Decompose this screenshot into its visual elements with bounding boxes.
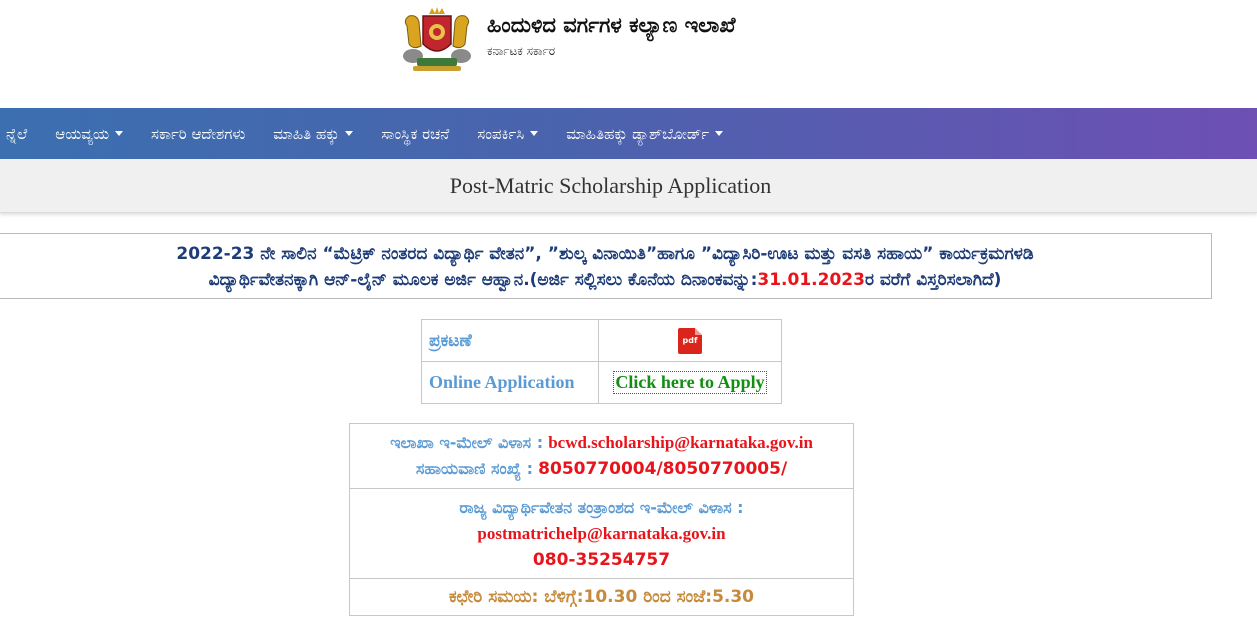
helpline-line: ಸಹಾಯವಾಣಿ ಸಂಖ್ಯೆ : 8050770004/8050770005/ [350, 456, 853, 482]
main-navbar: ನ್ನೆಲೆ ಆಯವ್ಯಯ ಸರ್ಕಾರಿ ಆದೇಶಗಳು ಮಾಹಿತಿ ಹಕ್… [0, 108, 1257, 159]
dept-email-label: ಇಲಾಖಾ ಇ-ಮೇಲ್ ವಿಳಾಸ : [390, 433, 544, 452]
site-header: ಹಿಂದುಳಿದ ವರ್ಗಗಳ ಕಲ್ಯಾಣ ಇಲಾಖೆ ಕರ್ನಾಟಕ ಸರ್… [0, 0, 1257, 108]
deadline-date: 31.01.2023 [757, 270, 865, 290]
nav-list: ನ್ನೆಲೆ ಆಯವ್ಯಯ ಸರ್ಕಾರಿ ಆದೇಶಗಳು ಮಾಹಿತಿ ಹಕ್… [0, 108, 737, 159]
table-row: Online Application Click here to Apply [421, 361, 782, 404]
state-email-label: ರಾಜ್ಯ ವಿದ್ಯಾರ್ಥಿವೇತನ ತಂತ್ರಾಂಶದ ಇ-ಮೇಲ್ ವಿ… [459, 497, 744, 517]
pdf-icon[interactable]: pdf [678, 327, 702, 354]
table-row: ಪ್ರಕಟಣೆ pdf [421, 319, 782, 362]
table-row: ರಾಜ್ಯ ವಿದ್ಯಾರ್ಥಿವೇತನ ತಂತ್ರಾಂಶದ ಇ-ಮೇಲ್ ವಿ… [349, 488, 854, 579]
caret-down-icon [345, 131, 354, 136]
application-table: ಪ್ರಕಟಣೆ pdf Online Application Click her… [421, 319, 782, 404]
nav-item-budget[interactable]: ಆಯವ್ಯಯ [41, 108, 137, 159]
karnataka-emblem-icon [403, 7, 471, 71]
nav-item-label: ಮಾಹಿತಿ ಹಕ್ಕು [273, 124, 340, 143]
state-phone: 080-35254757 [532, 549, 671, 570]
caret-down-icon [715, 131, 724, 136]
department-contact-cell: ಇಲಾಖಾ ಇ-ಮೇಲ್ ವಿಳಾಸ : bcwd.scholarship@ka… [349, 423, 854, 489]
announcement-cell: pdf [598, 319, 782, 362]
table-row: ಇಲಾಖಾ ಇ-ಮೇಲ್ ವಿಳಾಸ : bcwd.scholarship@ka… [349, 423, 854, 489]
helpline-label: ಸಹಾಯವಾಣಿ ಸಂಖ್ಯೆ : [415, 459, 534, 478]
table-row: ಕಛೇರಿ ಸಮಯ: ಬೆಳಿಗ್ಗೆ:10.30 ರಿಂದ ಸಂಜೆ:5.30 [349, 578, 854, 616]
nav-item-contact[interactable]: ಸಂಪರ್ಕಿಸಿ [463, 108, 552, 159]
scholarship-notice: 2022-23 ನೇ ಸಾಲಿನ “ಮೆಟ್ರಿಕ್ ನಂತರದ ವಿದ್ಯಾರ… [0, 233, 1212, 299]
government-subtitle: ಕರ್ನಾಟಕ ಸರ್ಕಾರ [487, 44, 556, 58]
helpline-number: 8050770004/8050770005/ [538, 459, 788, 479]
notice-text: ವಿದ್ಯಾರ್ಥಿವೇತನಕ್ಕಾಗಿ ಆನ್-ಲೈನ್ ಮೂಲಕ ಅರ್ಜಿ… [208, 270, 758, 290]
notice-text: ರ ವರೆಗೆ ವಿಸ್ತರಿಸಲಾಗಿದೆ) [864, 270, 1002, 290]
office-hours: ಕಛೇರಿ ಸಮಯ: ಬೆಳಿಗ್ಗೆ:10.30 ರಿಂದ ಸಂಜೆ:5.30 [349, 578, 854, 616]
nav-item-label: ಸರ್ಕಾರಿ ಆದೇಶಗಳು [151, 124, 246, 143]
nav-item-label: ಆಯವ್ಯಯ [55, 124, 110, 143]
notice-line-2: ವಿದ್ಯಾರ್ಥಿವೇತನಕ್ಕಾಗಿ ಆನ್-ಲೈನ್ ಮೂಲಕ ಅರ್ಜಿ… [0, 267, 1211, 293]
nav-item-home[interactable]: ನ್ನೆಲೆ [0, 108, 41, 159]
announcement-label: ಪ್ರಕಟಣೆ [421, 319, 599, 362]
notice-line-1: 2022-23 ನೇ ಸಾಲಿನ “ಮೆಟ್ರಿಕ್ ನಂತರದ ವಿದ್ಯಾರ… [176, 244, 1034, 264]
state-contact-cell: ರಾಜ್ಯ ವಿದ್ಯಾರ್ಥಿವೇತನ ತಂತ್ರಾಂಶದ ಇ-ಮೇಲ್ ವಿ… [349, 488, 854, 579]
apply-cell: Click here to Apply [598, 361, 782, 404]
nav-item-rti-dashboard[interactable]: ಮಾಹಿತಿಹಕ್ಕು ಡ್ಯಾಶ್‌ಬೋರ್ಡ್ [552, 108, 737, 159]
dept-email-line: ಇಲಾಖಾ ಇ-ಮೇಲ್ ವಿಳಾಸ : bcwd.scholarship@ka… [350, 430, 853, 456]
dept-email: bcwd.scholarship@karnataka.gov.in [548, 433, 813, 452]
caret-down-icon [530, 131, 539, 136]
online-application-label: Online Application [421, 361, 599, 404]
contact-table: ಇಲಾಖಾ ಇ-ಮೇಲ್ ವಿಳಾಸ : bcwd.scholarship@ka… [349, 423, 854, 616]
nav-item-label: ಸಾಂಸ್ಥಿಕ ರಚನೆ [381, 124, 450, 143]
state-email: postmatrichelp@karnataka.gov.in [477, 523, 726, 543]
nav-item-label: ನ್ನೆಲೆ [6, 124, 28, 143]
nav-item-organization[interactable]: ಸಾಂಸ್ಥಿಕ ರಚನೆ [367, 108, 463, 159]
nav-item-label: ಮಾಹಿತಿಹಕ್ಕು ಡ್ಯಾಶ್‌ಬೋರ್ಡ್ [566, 124, 710, 143]
nav-item-government-orders[interactable]: ಸರ್ಕಾರಿ ಆದೇಶಗಳು [137, 108, 259, 159]
nav-item-label: ಸಂಪರ್ಕಿಸಿ [477, 124, 525, 143]
page-title-band: Post-Matric Scholarship Application [0, 159, 1257, 213]
page-title: Post-Matric Scholarship Application [449, 173, 772, 198]
apply-link[interactable]: Click here to Apply [613, 371, 767, 394]
department-title: ಹಿಂದುಳಿದ ವರ್ಗಗಳ ಕಲ್ಯಾಣ ಇಲಾಖೆ [487, 13, 736, 37]
caret-down-icon [115, 131, 124, 136]
nav-item-rti[interactable]: ಮಾಹಿತಿ ಹಕ್ಕು [259, 108, 367, 159]
